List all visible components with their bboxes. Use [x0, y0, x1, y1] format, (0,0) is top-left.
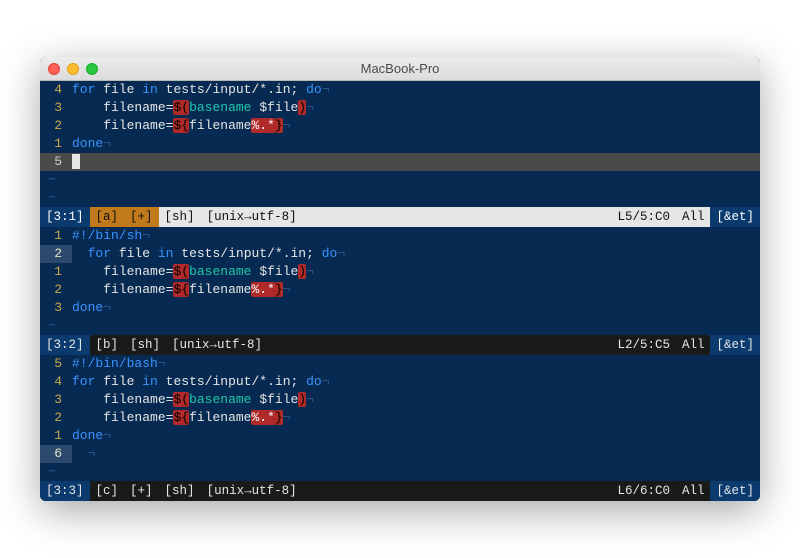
statusline-a: [3:1] [a] [+] [sh] [unix→utf-8] L5/5:C0 …	[40, 207, 760, 227]
status-encoding: [unix→utf-8]	[166, 335, 268, 355]
cursor-line[interactable]: 2 for file in tests/input/*.in; do¬	[40, 245, 760, 263]
line-number: 3	[40, 299, 72, 317]
code-line[interactable]: 1 filename=$(basename $file)¬	[40, 263, 760, 281]
line-number: 6	[40, 445, 72, 463]
status-percent: All	[676, 207, 711, 227]
status-buffer: [a]	[90, 207, 125, 227]
status-position: L6/6:C0	[611, 481, 676, 501]
code-line[interactable]: 3 filename=$(basename $file)¬	[40, 391, 760, 409]
pane-c[interactable]: 5 #!/bin/bash¬ 4 for file in tests/input…	[40, 355, 760, 501]
status-filetype: [sh]	[159, 207, 201, 227]
line-number: 2	[40, 409, 72, 427]
line-number: 4	[40, 81, 72, 99]
line-number: 1	[40, 427, 72, 445]
code-line[interactable]: 1 done¬	[40, 135, 760, 153]
pane-a[interactable]: 4 for file in tests/input/*.in; do¬ 3 fi…	[40, 81, 760, 227]
code-line[interactable]: 3 done¬	[40, 299, 760, 317]
status-percent: All	[676, 335, 711, 355]
status-window: [3:2]	[40, 335, 90, 355]
status-tail: [&et]	[710, 481, 760, 501]
line-number: 2	[40, 245, 72, 263]
empty-line: ~	[40, 463, 760, 481]
empty-line: ~	[40, 171, 760, 189]
titlebar[interactable]: MacBook-Pro	[40, 57, 760, 81]
code-line[interactable]: 4 for file in tests/input/*.in; do¬	[40, 81, 760, 99]
status-encoding: [unix→utf-8]	[201, 481, 303, 501]
line-number: 4	[40, 373, 72, 391]
status-buffer: [c]	[90, 481, 125, 501]
empty-line: ~	[40, 189, 760, 207]
code-line[interactable]: 4 for file in tests/input/*.in; do¬	[40, 373, 760, 391]
line-number: 1	[40, 135, 72, 153]
statusline-c: [3:3] [c] [+] [sh] [unix→utf-8] L6/6:C0 …	[40, 481, 760, 501]
code-line[interactable]: 2 filename=${filename%.*}¬	[40, 117, 760, 135]
status-percent: All	[676, 481, 711, 501]
code-line[interactable]: 5 #!/bin/bash¬	[40, 355, 760, 373]
status-filetype: [sh]	[159, 481, 201, 501]
cursor-line[interactable]: 6 ¬	[40, 445, 760, 463]
status-window: [3:3]	[40, 481, 90, 501]
editor-area[interactable]: 4 for file in tests/input/*.in; do¬ 3 fi…	[40, 81, 760, 501]
status-encoding: [unix→utf-8]	[201, 207, 303, 227]
status-modified: [+]	[124, 207, 159, 227]
line-number: 2	[40, 117, 72, 135]
pane-b[interactable]: 1 #!/bin/sh¬ 2 for file in tests/input/*…	[40, 227, 760, 355]
line-number: 5	[40, 355, 72, 373]
code-line[interactable]: 1 #!/bin/sh¬	[40, 227, 760, 245]
code-line[interactable]: 2 filename=${filename%.*}¬	[40, 409, 760, 427]
line-number: 5	[40, 153, 72, 171]
code-line[interactable]: 2 filename=${filename%.*}¬	[40, 281, 760, 299]
cursor-icon	[72, 154, 80, 169]
line-number: 3	[40, 99, 72, 117]
line-number: 1	[40, 263, 72, 281]
line-number: 2	[40, 281, 72, 299]
highlight: $(	[173, 100, 189, 115]
status-position: L2/5:C5	[611, 335, 676, 355]
status-buffer: [b]	[90, 335, 125, 355]
statusline-b: [3:2] [b] [sh] [unix→utf-8] L2/5:C5 All …	[40, 335, 760, 355]
terminal-window: MacBook-Pro 4 for file in tests/input/*.…	[40, 57, 760, 501]
window-title: MacBook-Pro	[40, 61, 760, 76]
status-tail: [&et]	[710, 335, 760, 355]
cursor-line[interactable]: 5	[40, 153, 760, 171]
status-tail: [&et]	[710, 207, 760, 227]
empty-line: ~	[40, 317, 760, 335]
status-window: [3:1]	[40, 207, 90, 227]
line-number: 3	[40, 391, 72, 409]
status-filetype: [sh]	[124, 335, 166, 355]
status-position: L5/5:C0	[611, 207, 676, 227]
line-number: 1	[40, 227, 72, 245]
status-modified: [+]	[124, 481, 159, 501]
code-line[interactable]: 1 done¬	[40, 427, 760, 445]
code-line[interactable]: 3 filename=$(basename $file)¬	[40, 99, 760, 117]
